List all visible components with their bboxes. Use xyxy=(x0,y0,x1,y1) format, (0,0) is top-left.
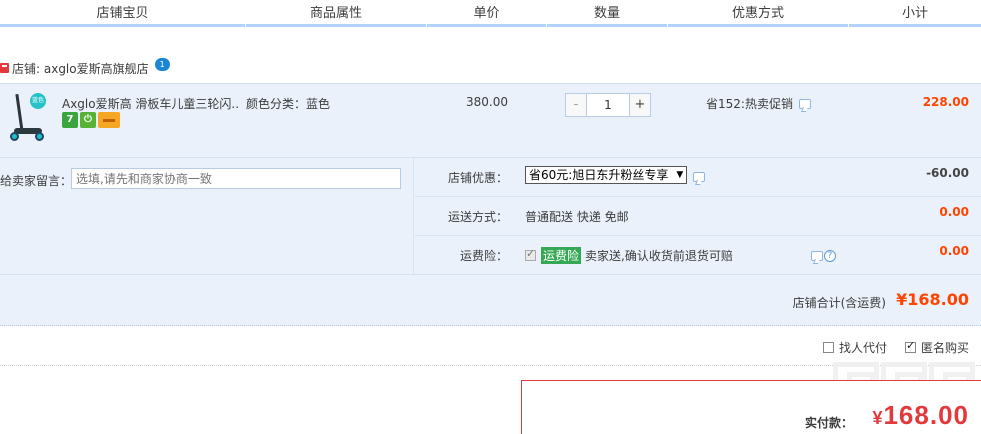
proxy-pay-checkbox[interactable] xyxy=(822,342,834,353)
quantity-input[interactable] xyxy=(587,94,629,116)
product-thumbnail[interactable]: 蓝色 xyxy=(8,90,48,146)
chat-icon[interactable]: 1 xyxy=(154,57,170,71)
shop-row: 店铺: axglo爱斯高旗舰店 1 xyxy=(0,57,170,78)
seven-day-return-icon[interactable]: 7 xyxy=(62,112,78,128)
header-quantity: 数量 xyxy=(547,0,667,27)
payment-amount: ¥168.00 xyxy=(872,400,969,431)
shop-total-amount: ¥168.00 xyxy=(896,290,969,309)
currency-symbol: ¥ xyxy=(872,408,884,428)
insurance-value: 运费险 卖家送,确认收货前退货可赔 ? xyxy=(525,247,836,264)
anonymous-checkbox[interactable] xyxy=(904,339,916,353)
shop-discount-select[interactable]: 省60元:旭日东升粉丝专享 xyxy=(525,166,688,184)
decrease-button[interactable]: - xyxy=(566,94,587,116)
shop-name-link[interactable]: 店铺: axglo爱斯高旗舰店 xyxy=(12,60,149,77)
header-discount: 优惠方式 xyxy=(668,0,848,27)
shipping-method: 普通配送 快递 免邮 xyxy=(525,210,629,224)
shop-discount-value: 省60元:旭日东升粉丝专享 xyxy=(525,166,706,184)
header-unit-price: 单价 xyxy=(427,0,546,27)
card-icon[interactable] xyxy=(98,112,120,128)
cart-item-row: 蓝色 Axglo爱斯高 滑板车儿童三轮闪... 7 ⏻ 颜色分类：蓝色 380.… xyxy=(0,84,981,157)
product-attribute: 颜色分类：蓝色 xyxy=(246,97,331,111)
shop-icon xyxy=(0,63,9,73)
insurance-amount: 0.00 xyxy=(939,244,969,258)
discount-comment-icon[interactable] xyxy=(693,171,706,182)
insurance-label: 运费险： xyxy=(459,249,508,263)
shop-discount-row: 店铺优惠： 省60元:旭日东升粉丝专享 -60.00 xyxy=(415,157,981,196)
help-icon[interactable]: ? xyxy=(823,249,836,262)
color-badge: 蓝色 xyxy=(30,93,46,109)
promotion-info: 省152:热卖促销 xyxy=(706,95,811,112)
scooter-pole xyxy=(15,93,24,133)
payment-label: 实付款： xyxy=(804,416,853,430)
shipping-row: 运送方式： 普通配送 快递 免邮 0.00 xyxy=(415,196,981,235)
shop-total-row: 店铺合计(含运费) ¥168.00 xyxy=(0,274,981,326)
checkout-options: 找人代付 匿名购买 xyxy=(822,339,969,356)
discount-amount: -60.00 xyxy=(926,166,969,180)
seller-message-input[interactable] xyxy=(71,168,401,189)
header-shop-item: 店铺宝贝 xyxy=(0,0,245,27)
shop-discount-label: 店铺优惠： xyxy=(447,171,508,185)
quantity-stepper: - + xyxy=(565,93,651,117)
service-icons: 7 ⏻ xyxy=(62,112,120,128)
proxy-pay-option[interactable]: 找人代付 xyxy=(822,339,887,356)
scooter-wheel xyxy=(10,132,19,141)
shop-total-label: 店铺合计(含运费) xyxy=(792,296,886,310)
shipping-value: 普通配送 快递 免邮 xyxy=(525,208,629,225)
shipping-label: 运送方式： xyxy=(447,210,508,224)
header-subtotal: 小计 xyxy=(849,0,981,27)
promotion-comment-icon[interactable] xyxy=(798,98,811,109)
payment-value: 168.00 xyxy=(883,400,969,430)
scooter-wheel xyxy=(35,132,44,141)
insurance-comment-icon[interactable] xyxy=(810,250,823,261)
insurance-text: 卖家送,确认收货前退货可赔 xyxy=(585,249,733,263)
shipping-amount: 0.00 xyxy=(939,205,969,219)
anonymous-option[interactable]: 匿名购买 xyxy=(904,339,969,356)
proxy-pay-label: 找人代付 xyxy=(838,341,887,355)
unit-price: 380.00 xyxy=(466,95,508,109)
product-title-link[interactable]: Axglo爱斯高 滑板车儿童三轮闪... xyxy=(62,95,240,112)
order-panel: 蓝色 Axglo爱斯高 滑板车儿童三轮闪... 7 ⏻ 颜色分类：蓝色 380.… xyxy=(0,83,981,326)
item-subtotal: 228.00 xyxy=(922,95,969,109)
insurance-checkbox[interactable] xyxy=(525,247,536,261)
plug-icon[interactable]: ⏻ xyxy=(80,112,96,128)
seller-message-area: 给卖家留言： xyxy=(0,157,414,274)
promotion-text: 省152:热卖促销 xyxy=(706,97,793,111)
cart-header: 店铺宝贝 商品属性 单价 数量 优惠方式 小计 xyxy=(0,0,981,30)
increase-button[interactable]: + xyxy=(629,94,650,116)
insurance-row: 运费险： 运费险 卖家送,确认收货前退货可赔 ? 0.00 xyxy=(415,235,981,274)
anonymous-label: 匿名购买 xyxy=(920,341,969,355)
header-attributes: 商品属性 xyxy=(246,0,426,27)
payment-summary: 实付款： ¥168.00 xyxy=(521,380,981,434)
insurance-tag: 运费险 xyxy=(541,247,582,264)
seller-message-label: 给卖家留言： xyxy=(0,174,73,188)
